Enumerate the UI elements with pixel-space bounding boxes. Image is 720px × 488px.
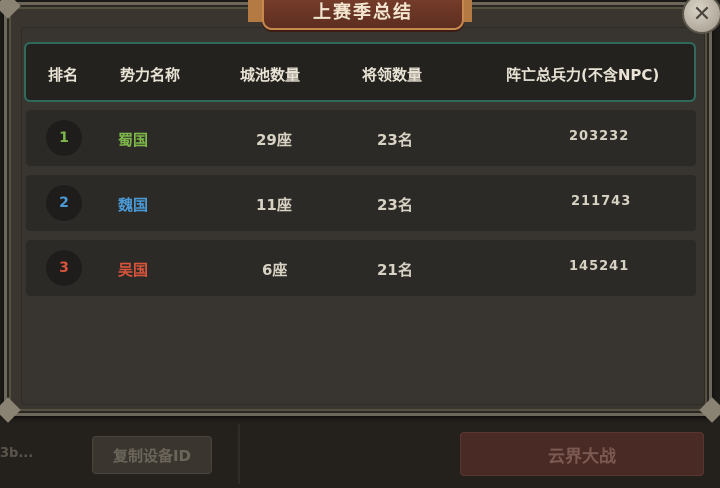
rank-number: 1 bbox=[59, 130, 69, 146]
general-count: 23名 bbox=[377, 196, 413, 214]
rank-number: 2 bbox=[59, 195, 69, 211]
faction-name: 蜀国 bbox=[118, 131, 149, 149]
rank-badge: 2 bbox=[46, 185, 82, 221]
rank-badge: 3 bbox=[46, 250, 82, 286]
rank-number: 3 bbox=[59, 260, 69, 276]
background-divider bbox=[238, 424, 240, 484]
city-count: 29座 bbox=[256, 131, 292, 149]
dialog-title: 上赛季总结 bbox=[262, 0, 464, 30]
faction-name: 魏国 bbox=[118, 196, 149, 214]
city-count: 6座 bbox=[262, 261, 288, 279]
general-count: 21名 bbox=[377, 261, 413, 279]
rank-badge: 1 bbox=[46, 120, 82, 156]
background-device-text: 3b... bbox=[0, 446, 34, 461]
frame-corner-ornament bbox=[0, 0, 21, 19]
close-icon: ✕ bbox=[692, 1, 712, 27]
header-cities: 城池数量 bbox=[240, 66, 301, 84]
header-generals: 将领数量 bbox=[362, 66, 423, 84]
casualty-total: 145241 bbox=[569, 259, 630, 274]
header-faction: 势力名称 bbox=[120, 66, 181, 84]
casualty-total: 211743 bbox=[571, 194, 632, 209]
copy-device-id-button[interactable]: 复制设备ID bbox=[92, 436, 212, 474]
close-button[interactable]: ✕ bbox=[682, 0, 720, 34]
header-rank: 排名 bbox=[48, 66, 79, 84]
table-row: 3 吴国 6座 21名 145241 bbox=[26, 240, 696, 296]
table-header: 排名 势力名称 城池数量 将领数量 阵亡总兵力(不含NPC) bbox=[24, 42, 696, 102]
faction-name: 吴国 bbox=[118, 261, 149, 279]
city-count: 11座 bbox=[256, 196, 292, 214]
table-row: 1 蜀国 29座 23名 203232 bbox=[26, 110, 696, 166]
header-casualties: 阵亡总兵力(不含NPC) bbox=[506, 66, 660, 84]
cloud-battle-button[interactable]: 云界大战 bbox=[460, 432, 704, 476]
casualty-total: 203232 bbox=[569, 129, 630, 144]
general-count: 23名 bbox=[377, 131, 413, 149]
table-row: 2 魏国 11座 23名 211743 bbox=[26, 175, 696, 231]
